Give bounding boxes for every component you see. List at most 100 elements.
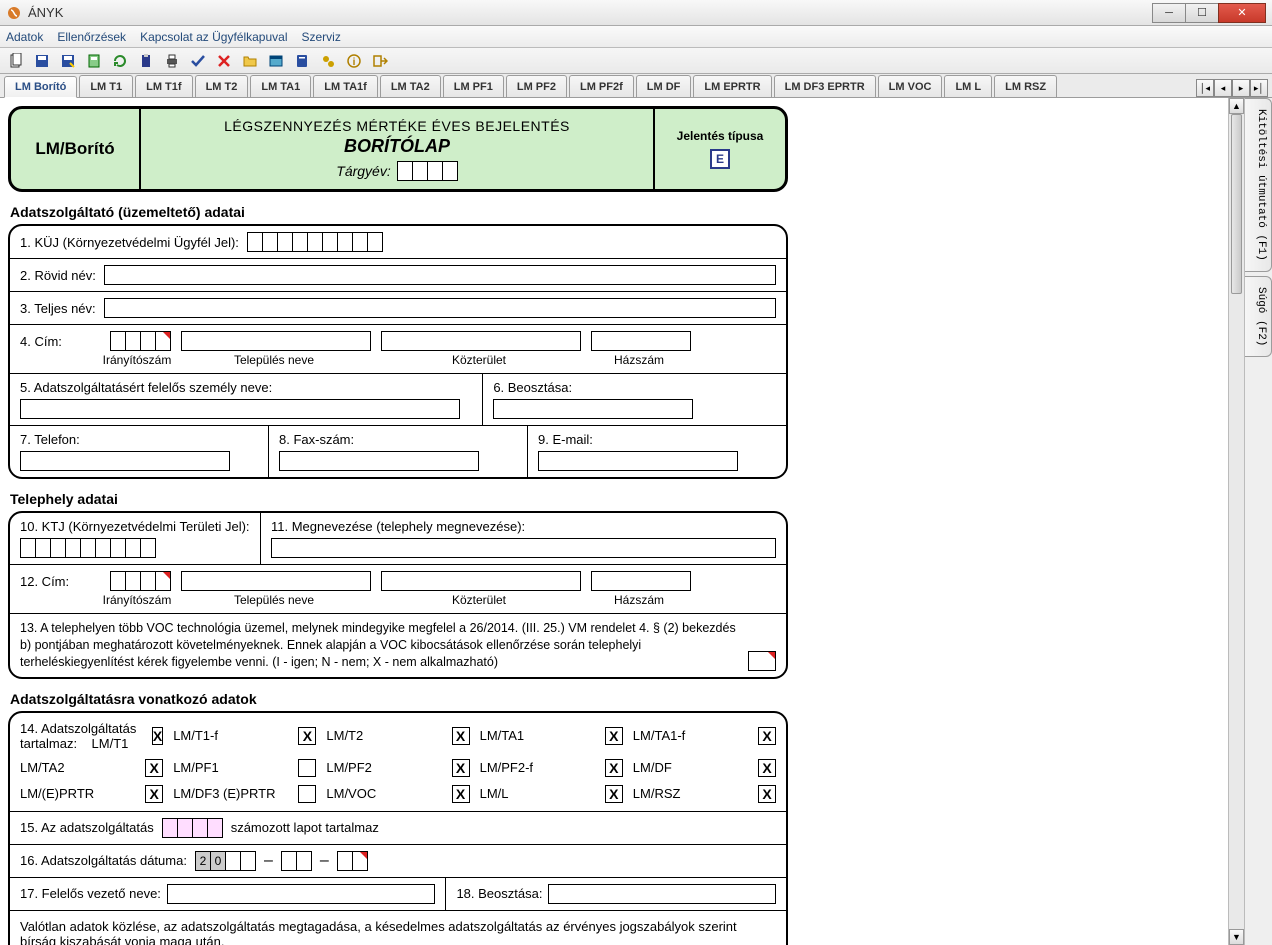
telepules2-input[interactable] — [181, 571, 371, 591]
ktj-input[interactable] — [20, 538, 250, 558]
menu-kapcsolat[interactable]: Kapcsolat az Ügyfélkapuval — [140, 30, 287, 44]
date-sep2: – — [320, 852, 329, 870]
check-lm-ta1-f[interactable]: LM/TA1-fX — [633, 721, 776, 751]
check-lm-rsz[interactable]: LM/RSZX — [633, 785, 776, 803]
calc-icon[interactable] — [84, 51, 104, 71]
tartalmaz-grid: 14. Adatszolgáltatás tartalmaz: LM/T1XLM… — [10, 713, 786, 811]
tab-nav-prev[interactable]: ◂ — [1214, 79, 1232, 97]
window-minimize-button[interactable]: ─ — [1152, 3, 1186, 23]
check-lm-pf1[interactable]: LM/PF1 — [173, 759, 316, 777]
irsz2-input[interactable] — [110, 571, 171, 591]
hazszam2-input[interactable] — [591, 571, 691, 591]
report-type-value: E — [710, 149, 730, 169]
tab-lm-ta1[interactable]: LM TA1 — [250, 75, 311, 97]
scroll-down-icon[interactable]: ▼ — [1229, 929, 1244, 945]
exit-icon[interactable] — [370, 51, 390, 71]
check-lm-df3-e-prtr[interactable]: LM/DF3 (E)PRTR — [173, 785, 316, 803]
megnevezes-input[interactable] — [271, 538, 776, 558]
fax-input[interactable] — [279, 451, 479, 471]
sidetab-help[interactable]: Súgó (F2) — [1245, 276, 1272, 357]
tab-lm-pf2[interactable]: LM PF2 — [506, 75, 567, 97]
tab-lm-borító[interactable]: LM Borító — [4, 76, 77, 98]
telepules-input[interactable] — [181, 331, 371, 351]
teljesnev-input[interactable] — [104, 298, 776, 318]
book-icon[interactable] — [292, 51, 312, 71]
check-lm-pf2[interactable]: LM/PF2X — [326, 759, 469, 777]
check-lm-pf2-f[interactable]: LM/PF2-fX — [480, 759, 623, 777]
targyev-input[interactable] — [397, 161, 458, 181]
check-lm-ta2[interactable]: LM/TA2X — [20, 759, 163, 777]
voc-text: 13. A telephelyen több VOC technológia ü… — [20, 620, 740, 671]
tab-lm-t1f[interactable]: LM T1f — [135, 75, 192, 97]
menu-szerviz[interactable]: Szerviz — [301, 30, 340, 44]
save-icon[interactable] — [32, 51, 52, 71]
tab-lm-rsz[interactable]: LM RSZ — [994, 75, 1057, 97]
refresh-icon[interactable] — [110, 51, 130, 71]
save-as-icon[interactable] — [58, 51, 78, 71]
new-icon[interactable] — [6, 51, 26, 71]
tab-lm-l[interactable]: LM L — [944, 75, 992, 97]
check-lm-l[interactable]: LM/LX — [480, 785, 623, 803]
scroll-up-icon[interactable]: ▲ — [1229, 98, 1244, 114]
kozterulet2-input[interactable] — [381, 571, 581, 591]
check-icon[interactable] — [188, 51, 208, 71]
email-input[interactable] — [538, 451, 738, 471]
tab-lm-voc[interactable]: LM VOC — [878, 75, 943, 97]
vertical-scrollbar[interactable]: ▲ ▼ — [1228, 98, 1244, 945]
check-lm-df[interactable]: LM/DFX — [633, 759, 776, 777]
page-scroll[interactable]: LM/Borító LÉGSZENNYEZÉS MÉRTÉKE ÉVES BEJ… — [0, 98, 1228, 945]
tab-lm-pf1[interactable]: LM PF1 — [443, 75, 504, 97]
tab-lm-pf2f[interactable]: LM PF2f — [569, 75, 634, 97]
check-lm-t2[interactable]: LM/T2X — [326, 721, 469, 751]
beosztas-input[interactable] — [493, 399, 693, 419]
check-lm-t1-f[interactable]: LM/T1-fX — [173, 721, 316, 751]
datum-year[interactable]: 2 0 — [195, 851, 256, 871]
clipboard-icon[interactable] — [136, 51, 156, 71]
lapszam-input[interactable] — [162, 818, 223, 838]
tab-lm-ta2[interactable]: LM TA2 — [380, 75, 441, 97]
check-lm-e-prtr[interactable]: LM/(E)PRTRX — [20, 785, 163, 803]
menu-adatok[interactable]: Adatok — [6, 30, 43, 44]
kozterulet-input[interactable] — [381, 331, 581, 351]
window-close-button[interactable]: ✕ — [1218, 3, 1266, 23]
tab-nav-first[interactable]: │◂ — [1196, 79, 1214, 97]
felelos-input[interactable] — [20, 399, 460, 419]
check-lm-voc[interactable]: LM/VOCX — [326, 785, 469, 803]
section2-title: Telephely adatai — [10, 491, 788, 507]
check-lm-ta1[interactable]: LM/TA1X — [480, 721, 623, 751]
voc-input[interactable] — [748, 651, 776, 671]
side-tabs: Kitöltési útmutató (F1) Súgó (F2) — [1244, 98, 1272, 945]
sidetab-guide[interactable]: Kitöltési útmutató (F1) — [1245, 98, 1272, 272]
delete-icon[interactable] — [214, 51, 234, 71]
kuj-input[interactable] — [247, 232, 383, 252]
tab-lm-eprtr[interactable]: LM EPRTR — [693, 75, 771, 97]
telefon-input[interactable] — [20, 451, 230, 471]
window-icon[interactable] — [266, 51, 286, 71]
folder-icon[interactable] — [240, 51, 260, 71]
datum-label: 16. Adatszolgáltatás dátuma: — [20, 853, 187, 868]
vezeto-input[interactable] — [167, 884, 436, 904]
tab-nav-next[interactable]: ▸ — [1232, 79, 1250, 97]
vezeto-label: 17. Felelős vezető neve: — [20, 886, 161, 901]
tabstrip: LM BorítóLM T1LM T1fLM T2LM TA1LM TA1fLM… — [0, 74, 1272, 98]
tab-lm-df[interactable]: LM DF — [636, 75, 692, 97]
tab-lm-t2[interactable]: LM T2 — [195, 75, 249, 97]
datum-month[interactable] — [281, 851, 312, 871]
gears-icon[interactable] — [318, 51, 338, 71]
print-icon[interactable] — [162, 51, 182, 71]
tab-lm-t1[interactable]: LM T1 — [79, 75, 133, 97]
tab-lm-df3-eprtr[interactable]: LM DF3 EPRTR — [774, 75, 876, 97]
window-maximize-button[interactable]: ☐ — [1185, 3, 1219, 23]
tab-lm-ta1f[interactable]: LM TA1f — [313, 75, 378, 97]
tab-nav-last[interactable]: ▸│ — [1250, 79, 1268, 97]
datum-day[interactable] — [337, 851, 368, 871]
menu-ellenorzesek[interactable]: Ellenőrzések — [57, 30, 126, 44]
irsz-input[interactable] — [110, 331, 171, 351]
form-title-line2: BORÍTÓLAP — [344, 136, 450, 157]
info-icon[interactable]: i — [344, 51, 364, 71]
vezeto-beosztas-input[interactable] — [548, 884, 776, 904]
scroll-thumb[interactable] — [1231, 114, 1242, 294]
form-code: LM/Borító — [11, 109, 141, 189]
hazszam-input[interactable] — [591, 331, 691, 351]
rovidnev-input[interactable] — [104, 265, 776, 285]
